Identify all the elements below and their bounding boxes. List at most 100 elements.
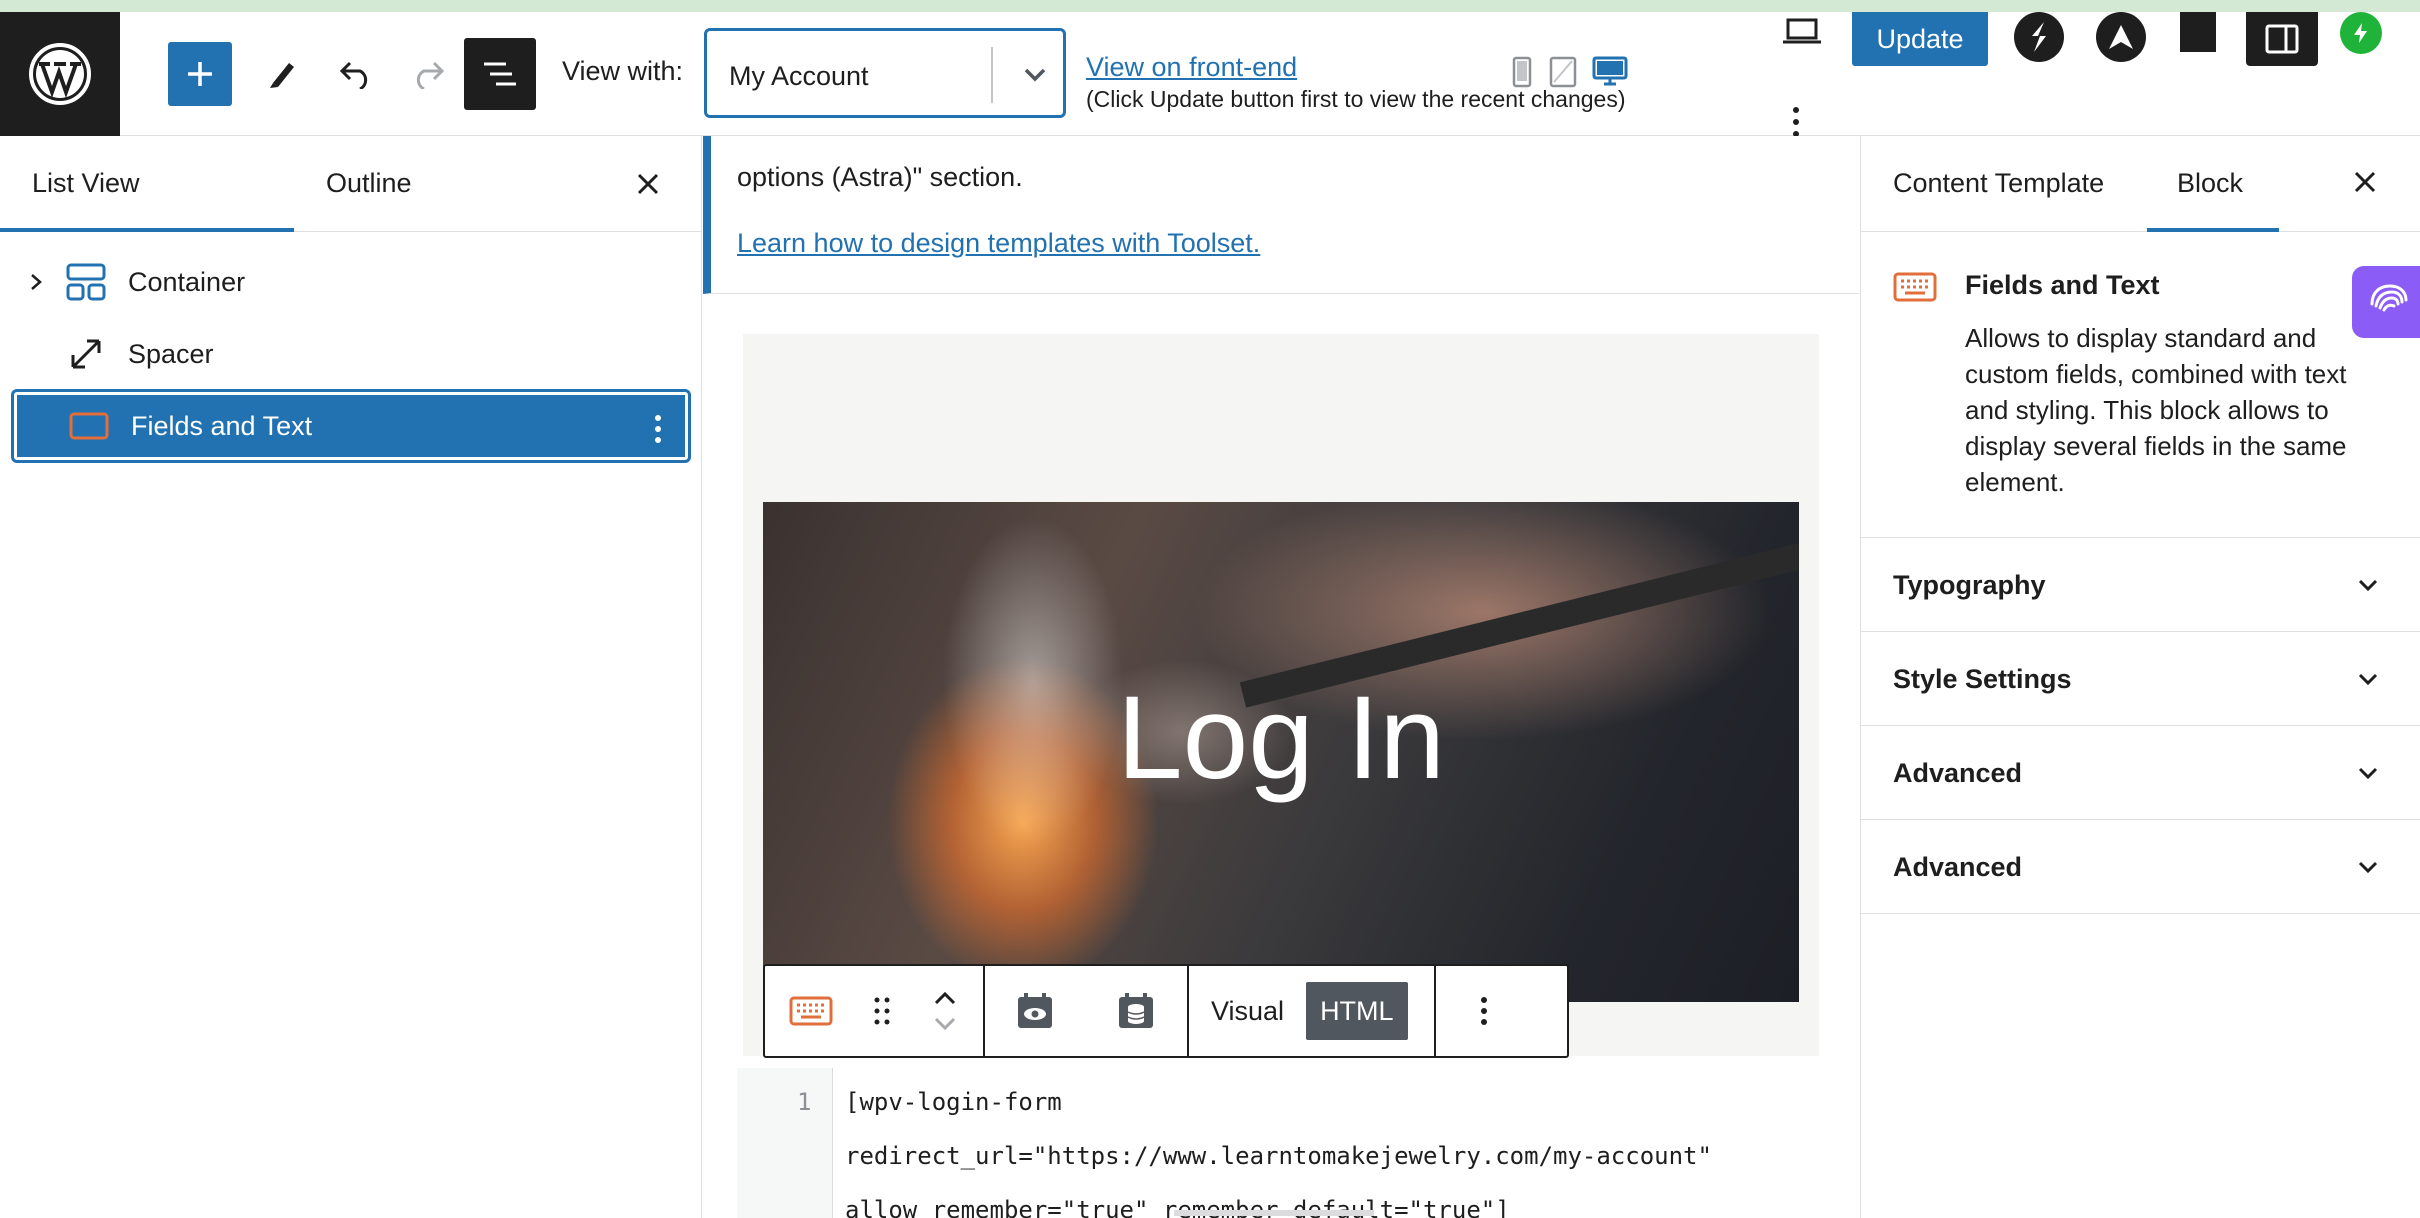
spectra-button[interactable] [2014,12,2064,62]
block-options-button[interactable] [1436,966,1532,1056]
close-icon[interactable] [2347,164,2383,200]
chevron-right-icon[interactable] [14,272,58,292]
list-item-label: Spacer [128,338,214,369]
container-icon [58,262,114,302]
settings-sidebar-button[interactable] [2246,12,2318,66]
update-button[interactable]: Update [1852,12,1988,66]
keyboard-icon [789,996,833,1026]
hero-title[interactable]: Log In [763,670,1799,806]
preview-toggle-button[interactable] [985,966,1085,1056]
chevron-down-icon[interactable] [933,1016,957,1032]
tools-button[interactable] [256,42,308,106]
list-item-fields-and-text[interactable]: Fields and Text [11,389,691,463]
chevron-down-icon[interactable] [2351,850,2385,884]
panel-typography[interactable]: Typography [1861,538,2420,632]
desktop-preview-icon[interactable] [1592,56,1628,88]
left-panel-tabs: List View Outline [0,136,701,232]
right-panel-tabs: Content Template Block [1861,136,2420,232]
panel-advanced[interactable]: Advanced [1861,726,2420,820]
hero-image: Log In [763,502,1799,1002]
container-block[interactable]: Log In [743,334,1819,1056]
jetpack-button[interactable] [2340,12,2382,54]
redo-icon [416,61,445,89]
wordpress-logo-button[interactable] [0,12,120,136]
move-up-down-button[interactable] [907,966,983,1056]
block-type-button[interactable] [765,966,857,1056]
view-with-value: My Account [729,61,869,91]
undo-button[interactable] [328,42,384,106]
view-with-select[interactable]: My Account [704,28,1066,118]
list-item-container[interactable]: Container [14,248,688,316]
pencil-icon [270,63,294,88]
editor-header: View with: My Account View on front-end … [0,12,2420,137]
panel-label: Advanced [1893,852,2023,882]
redo-button[interactable] [400,42,456,106]
view-frontend-link[interactable]: View on front-end [1086,52,1297,83]
keyboard-icon [1893,272,1937,307]
list-item-label: Container [128,266,246,297]
top-accent-strip [0,0,2420,12]
block-toolbar-group-3: Visual HTML [1189,966,1436,1056]
resize-handle[interactable] [1174,1210,1374,1216]
mobile-preview-icon[interactable] [1510,56,1534,88]
block-name: Fields and Text [1965,270,2160,300]
template-notice: options (Astra)" section. Learn how to d… [703,136,1859,294]
plugin-button[interactable] [2180,12,2216,52]
astra-button[interactable] [2096,12,2146,62]
tab-list-view[interactable]: List View [32,168,140,199]
chevron-down-icon[interactable] [1017,55,1053,95]
chevron-down-icon[interactable] [2351,568,2385,602]
spacer-icon [58,335,114,373]
database-icon [1119,993,1153,1028]
panel-label: Typography [1893,570,2046,600]
panel-advanced-2[interactable]: Advanced [1861,820,2420,914]
editor-canvas: options (Astra)" section. Learn how to d… [703,136,1859,1218]
astra-icon [2109,25,2133,49]
chevron-up-icon[interactable] [933,990,957,1006]
code-line[interactable]: redirect_url="https://www.learntomakejew… [845,1142,1712,1170]
add-block-button[interactable] [168,42,232,106]
html-mode-button[interactable]: HTML [1306,982,1408,1040]
document-overview-button[interactable] [464,38,536,110]
more-vertical-icon [1480,997,1487,1025]
list-item-label: Fields and Text [131,410,313,441]
undo-icon [339,61,368,89]
chevron-down-icon[interactable] [2351,756,2385,790]
tab-outline[interactable]: Outline [326,168,412,199]
frontend-note: (Click Update button first to view the r… [1086,86,1626,112]
panel-style-settings[interactable]: Style Settings [1861,632,2420,726]
more-vertical-icon[interactable] [653,413,663,445]
list-view-panel: List View Outline Container Spacer Field… [0,136,702,1218]
tab-content-template[interactable]: Content Template [1893,168,2104,199]
settings-sidebar: Content Template Block Fields and Text A… [1860,136,2420,1218]
list-item-spacer[interactable]: Spacer [14,320,688,388]
panel-label: Advanced [1893,758,2023,788]
active-tab-indicator [0,228,294,232]
drag-icon [874,997,890,1025]
visual-mode-button[interactable]: Visual [1189,966,1306,1056]
block-toolbar-group-4 [1436,966,1532,1056]
chevron-down-icon[interactable] [2351,662,2385,696]
brain-icon [2370,284,2408,312]
sidebar-toggle-icon [2265,24,2299,54]
device-preview-group [1510,56,1628,88]
eye-calendar-icon [1018,993,1052,1028]
list-view-icon [484,62,516,86]
drag-handle[interactable] [857,966,907,1056]
block-toolbar-group-2 [985,966,1189,1056]
plus-icon [188,62,212,86]
wordpress-icon [29,43,91,105]
select-separator [991,47,993,103]
view-with-label: View with: [562,56,684,86]
dynamic-source-button[interactable] [1085,966,1187,1056]
fields-text-icon [61,411,117,441]
tab-block[interactable]: Block [2177,168,2243,199]
design-templates-link[interactable]: Learn how to design templates with Tools… [737,228,1260,259]
ai-assistant-button[interactable] [2352,266,2420,338]
html-code-editor[interactable]: 1 [wpv-login-form redirect_url="https://… [737,1068,1857,1218]
laptop-icon [1783,18,1821,44]
preview-button[interactable] [1776,12,1828,52]
close-icon[interactable] [630,166,666,202]
tablet-preview-icon[interactable] [1548,56,1578,88]
code-line[interactable]: [wpv-login-form [845,1088,1062,1116]
